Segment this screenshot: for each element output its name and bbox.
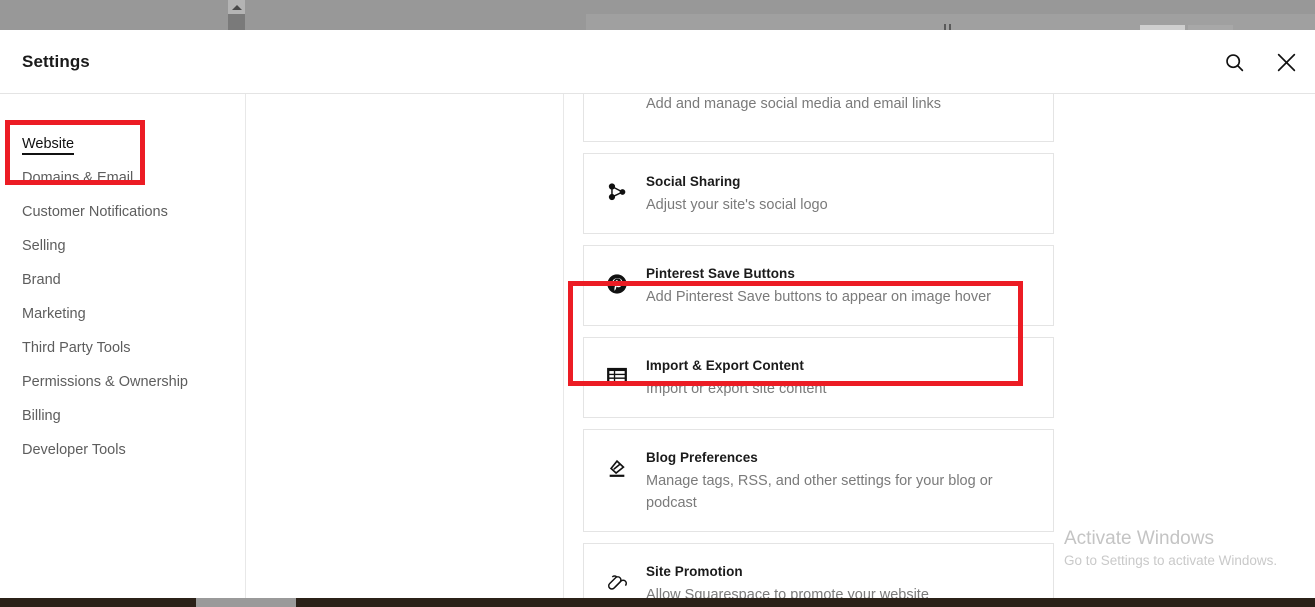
sidebar-item-label: Permissions & Ownership [22,374,188,390]
sidebar-item-permissions-ownership[interactable]: Permissions & Ownership [0,365,245,399]
settings-cards-list: Add and manage social media and email li… [583,94,1054,598]
card-blog-preferences[interactable]: Blog Preferences Manage tags, RSS, and o… [583,429,1054,532]
quill-pen-icon [604,455,630,481]
search-icon[interactable] [1217,45,1251,79]
sidebar-item-label: Developer Tools [22,442,126,458]
sidebar-item-label: Selling [22,238,66,254]
card-title: Site Promotion [646,564,743,579]
settings-middle-column [246,94,564,598]
sidebar-item-website[interactable]: Website [0,127,245,161]
settings-body: Website Domains & Email Customer Notific… [0,94,1315,598]
sidebar-item-brand[interactable]: Brand [0,263,245,297]
card-text: Add and manage social media and email li… [646,94,1035,115]
scroll-up-arrow-icon[interactable] [231,5,242,10]
card-description: Import or export site content [646,381,827,397]
sidebar-item-label: Domains & Email [22,170,134,186]
taskbar-sliver [0,598,1315,607]
share-nodes-icon [604,179,630,205]
settings-panel: Settings Website Domains & Email Custome… [0,30,1315,598]
close-icon[interactable] [1269,45,1303,79]
settings-cards-column: Add and manage social media and email li… [564,94,1315,598]
card-social-sharing[interactable]: Social Sharing Adjust your site's social… [583,153,1054,234]
card-description: Add Pinterest Save buttons to appear on … [646,289,991,305]
sidebar-item-label: Brand [22,272,61,288]
sidebar-item-marketing[interactable]: Marketing [0,297,245,331]
social-links-icon [604,98,630,124]
sidebar-item-label: Website [22,136,75,155]
page-scrollbar[interactable] [228,0,245,30]
squarespace-icon [604,569,630,595]
card-text: Pinterest Save Buttons Add Pinterest Sav… [646,263,1035,308]
sidebar-item-customer-notifications[interactable]: Customer Notifications [0,195,245,229]
table-grid-icon [604,363,630,389]
header-actions [1217,30,1315,94]
card-text: Blog Preferences Manage tags, RSS, and o… [646,447,1035,514]
sidebar-item-label: Marketing [22,306,86,322]
card-description: Manage tags, RSS, and other settings for… [646,473,993,511]
pinterest-icon [604,271,630,297]
card-text: Import & Export Content Import or export… [646,355,1035,400]
settings-header: Settings [0,30,1315,94]
taskbar-segment [196,598,296,607]
card-description: Adjust your site's social logo [646,197,828,213]
sidebar-item-label: Billing [22,408,61,424]
card-text: Site Promotion Allow Squarespace to prom… [646,561,1035,598]
settings-sidebar: Website Domains & Email Customer Notific… [0,94,246,598]
card-import-export-content[interactable]: Import & Export Content Import or export… [583,337,1054,418]
sidebar-item-label: Customer Notifications [22,204,168,220]
sidebar-item-third-party-tools[interactable]: Third Party Tools [0,331,245,365]
card-description: Allow Squarespace to promote your websit… [646,587,929,598]
sidebar-item-billing[interactable]: Billing [0,399,245,433]
card-title: Import & Export Content [646,358,804,373]
scrollbar-thumb[interactable] [228,14,245,30]
card-title: Social Sharing [646,174,741,189]
page-title: Settings [22,51,90,71]
card-title: Blog Preferences [646,450,758,465]
card-site-promotion[interactable]: Site Promotion Allow Squarespace to prom… [583,543,1054,598]
card-text: Social Sharing Adjust your site's social… [646,171,1035,216]
sidebar-item-developer-tools[interactable]: Developer Tools [0,433,245,467]
card-social-links[interactable]: Add and manage social media and email li… [583,94,1054,142]
card-title: Pinterest Save Buttons [646,266,795,281]
card-description: Add and manage social media and email li… [646,96,942,112]
sidebar-item-label: Third Party Tools [22,340,131,356]
background-browser-chrome [0,0,1315,37]
sidebar-item-domains-email[interactable]: Domains & Email [0,161,245,195]
card-pinterest-save-buttons[interactable]: Pinterest Save Buttons Add Pinterest Sav… [583,245,1054,326]
sidebar-item-selling[interactable]: Selling [0,229,245,263]
